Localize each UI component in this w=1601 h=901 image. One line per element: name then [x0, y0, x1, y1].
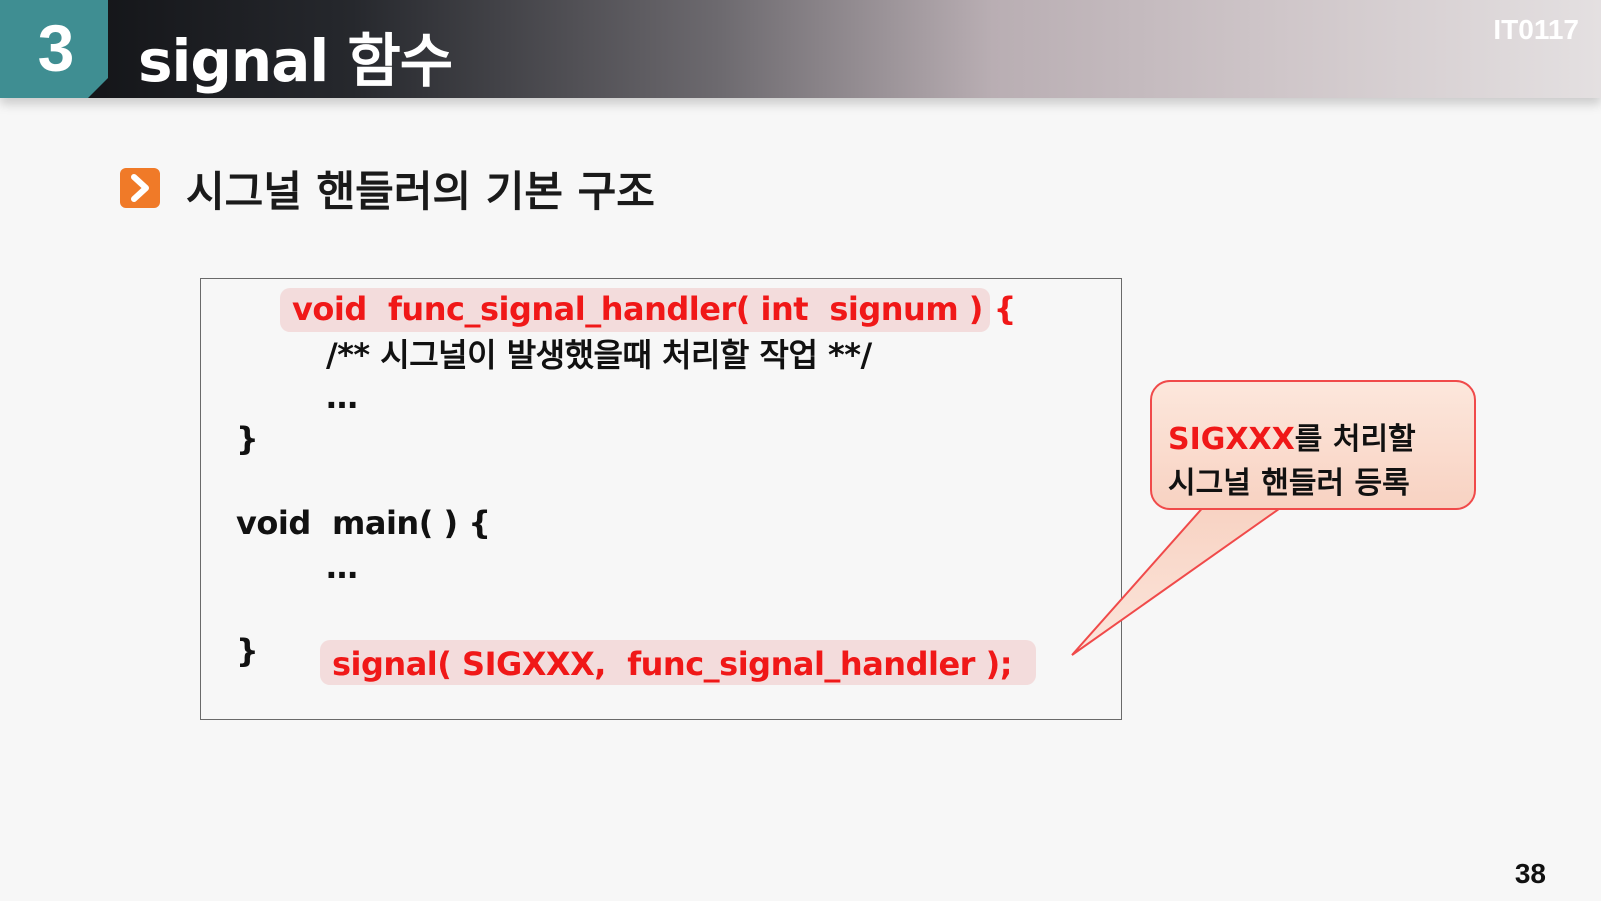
page-number: 38: [1514, 858, 1546, 889]
callout-line1-rest: 를 처리할: [1294, 422, 1416, 457]
callout-line2: 시그널 핸들러 등록: [1168, 466, 1410, 501]
callout-text: SIGXXX를 처리할 시그널 핸들러 등록: [1168, 414, 1416, 502]
callout-signal-name: SIGXXX: [1168, 422, 1295, 457]
